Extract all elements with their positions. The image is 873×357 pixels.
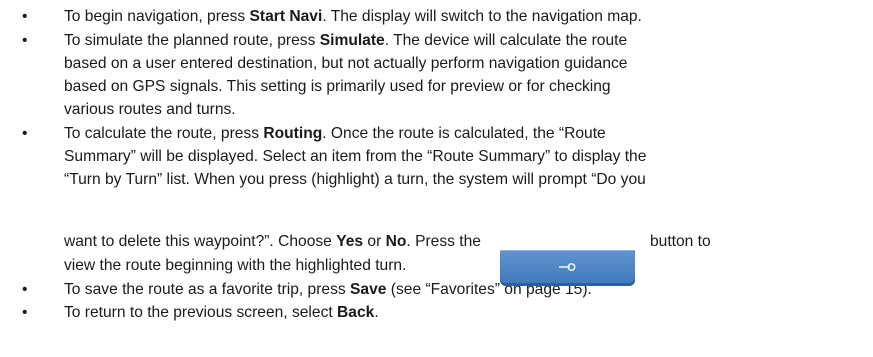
paragraph-line: want to delete this waypoint?”. Choose Y… (64, 234, 481, 250)
text-span: view the route beginning with the highli… (64, 257, 407, 274)
paragraph-line: To begin navigation, press Start Navi. T… (64, 9, 642, 25)
paragraph-line: based on a user entered destination, but… (64, 56, 627, 72)
bullet-icon: • (22, 32, 28, 49)
text-span: . (374, 304, 379, 321)
bold-term: Save (350, 281, 387, 298)
text-span: . The display will switch to the navigat… (322, 8, 642, 25)
bullet-icon: • (22, 8, 28, 25)
paragraph-line: To simulate the planned route, press Sim… (64, 33, 627, 49)
text-span: “Turn by Turn” list. When you press (hig… (64, 171, 646, 188)
text-span: based on a user entered destination, but… (64, 55, 628, 72)
text-span: . Once the route is calculated, the “Rou… (322, 125, 606, 142)
text-span: . The device will calculate the route (384, 32, 628, 49)
paragraph-line: “Turn by Turn” list. When you press (hig… (64, 172, 646, 188)
bullet-icon: • (22, 304, 28, 321)
text-span: To return to the previous screen, select (64, 304, 338, 321)
text-span: various routes and turns. (64, 101, 236, 118)
paragraph-line: button to (650, 233, 711, 250)
paragraph-line: view the route beginning with the highli… (64, 258, 406, 274)
document-body: • To begin navigation, press Start Navi. … (0, 0, 873, 357)
paragraph-line: based on GPS signals. This setting is pr… (64, 79, 611, 95)
paragraph-line: To return to the previous screen, select… (64, 305, 379, 321)
bold-term: Back (337, 304, 375, 321)
text-span: To save the route as a favorite trip, pr… (64, 281, 351, 298)
text-span: To simulate the planned route, press (64, 32, 320, 49)
bullet-icon: • (22, 125, 28, 142)
arrow-right-icon (559, 262, 576, 272)
bold-term: Simulate (319, 32, 385, 49)
text-span: based on GPS signals. This setting is pr… (64, 78, 611, 95)
route-turn-button-image (500, 250, 635, 286)
text-span: To begin navigation, press (64, 8, 250, 25)
paragraph-line: Summary” will be displayed. Select an it… (64, 149, 646, 165)
text-span: To calculate the route, press (64, 125, 264, 142)
bold-term: Start Navi (249, 8, 323, 25)
text-span: want to delete this waypoint?”. Choose (64, 233, 337, 250)
text-span: . Press the (406, 233, 481, 250)
bold-term: Routing (263, 125, 323, 142)
text-span: or (363, 233, 386, 250)
text-span: Summary” will be displayed. Select an it… (64, 148, 647, 165)
bullet-icon: • (22, 281, 28, 298)
paragraph-line: various routes and turns. (64, 102, 236, 118)
paragraph-line: To calculate the route, press Routing. O… (64, 126, 606, 142)
bold-term: No (385, 233, 407, 250)
bold-term: Yes (336, 233, 364, 250)
